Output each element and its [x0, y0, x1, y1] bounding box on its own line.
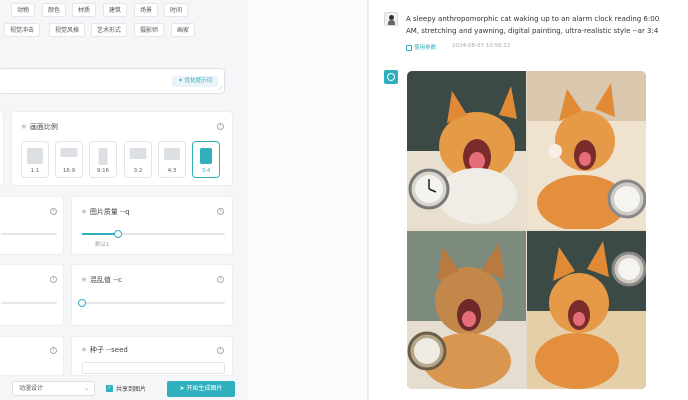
- info-icon[interactable]: i: [50, 276, 57, 283]
- ratio-label: 1:1: [30, 168, 40, 174]
- info-icon[interactable]: i: [50, 347, 57, 354]
- tag-chip[interactable]: 画家: [171, 23, 196, 37]
- share-label: 共享到图片: [116, 386, 147, 393]
- chaos-card: ✳ 混乱值 --c i: [71, 264, 233, 326]
- info-icon[interactable]: i: [217, 276, 224, 283]
- quality-slider-fill: [82, 233, 118, 235]
- ratio-label: 3:2: [133, 168, 143, 174]
- generated-image-grid[interactable]: [407, 71, 646, 389]
- ratio-label: 9:16: [96, 168, 110, 174]
- use-params-icon[interactable]: [406, 45, 412, 51]
- quality-title: ✳ 图片质量 --q: [81, 208, 130, 216]
- bottom-bar: 动漫设计 ⌄ ✓ 共享到图片 ➤ 开始生成图片: [0, 376, 248, 400]
- share-checkbox[interactable]: ✓: [106, 385, 113, 392]
- tag-chip[interactable]: 时间: [164, 3, 189, 17]
- param-card-stub-2: i: [0, 196, 64, 255]
- ratio-option[interactable]: 3:2: [124, 141, 152, 178]
- user-prompt: A sleepy anthropomorphic cat waking up t…: [406, 15, 660, 35]
- tag-chip[interactable]: 材质: [72, 3, 97, 17]
- quality-card: ✳ 图片质量 --q i 默认1: [71, 196, 233, 255]
- ratio-label: 3:4: [201, 168, 211, 174]
- generated-image-1[interactable]: [407, 71, 526, 229]
- seed-input[interactable]: [82, 362, 225, 374]
- slider-track[interactable]: [1, 302, 57, 304]
- timestamp: 2024-08-07 10:56:22: [452, 43, 511, 49]
- ratio-label: 16:9: [62, 168, 76, 174]
- ai-bot-icon: [384, 70, 398, 84]
- tag-chip[interactable]: 视觉风格: [49, 23, 86, 37]
- quality-slider-knob[interactable]: [113, 230, 122, 238]
- tag-chip[interactable]: 颜色: [42, 3, 67, 17]
- generated-image-4[interactable]: [527, 231, 646, 389]
- ratio-option[interactable]: 4:3: [158, 141, 186, 178]
- ratio-option[interactable]: 1:1: [21, 141, 49, 178]
- ratio-label: 4:3: [167, 168, 177, 174]
- seed-card: ✳ 种子 --seed i: [71, 336, 233, 376]
- param-card-stub-3: i: [0, 264, 64, 326]
- ratio-option[interactable]: 3:4: [192, 141, 220, 178]
- ratio-option[interactable]: 16:9: [55, 141, 83, 178]
- info-icon[interactable]: i: [217, 123, 224, 130]
- slider-track[interactable]: [1, 233, 57, 235]
- panel-divider: [248, 0, 368, 400]
- param-card-stub: [0, 111, 4, 186]
- aspect-ratio-title: ✳ 画面比例: [21, 123, 58, 131]
- info-icon[interactable]: i: [50, 208, 57, 215]
- tag-chip[interactable]: 艺术形式: [91, 23, 128, 37]
- quality-default-label: 默认1: [95, 242, 110, 248]
- seed-title: ✳ 种子 --seed: [81, 346, 128, 354]
- chat-panel: A sleepy anthropomorphic cat waking up t…: [369, 0, 688, 400]
- generate-button[interactable]: ➤ 开始生成图片: [167, 381, 235, 397]
- quality-slider[interactable]: [82, 230, 225, 238]
- chaos-slider[interactable]: [78, 299, 225, 307]
- chaos-title: ✳ 混乱值 --c: [81, 276, 123, 284]
- ratio-shape-icon: [129, 148, 147, 159]
- resize-handle-icon[interactable]: ⟋: [219, 85, 223, 93]
- tag-chip[interactable]: 视觉冲击: [4, 23, 41, 37]
- use-params-link[interactable]: 使用参数: [414, 43, 436, 51]
- style-select[interactable]: 动漫设计 ⌄: [12, 381, 95, 396]
- left-panel: 动物 颜色 材质 建筑 场景 时间 视觉冲击 视觉风格 艺术形式 摄影师 画家 ✦ 优化提示词 ⟋ …: [0, 0, 248, 400]
- tag-chip[interactable]: 摄影师: [134, 23, 165, 37]
- prompt-textarea[interactable]: ✦ 优化提示词 ⟋: [0, 68, 225, 94]
- info-icon[interactable]: i: [217, 208, 224, 215]
- ratio-shape-icon: [27, 148, 43, 164]
- info-icon[interactable]: i: [217, 347, 224, 354]
- tag-chip[interactable]: 场景: [134, 3, 159, 17]
- tag-chip[interactable]: 建筑: [103, 3, 128, 17]
- generated-image-3[interactable]: [407, 231, 526, 389]
- ratio-shape-icon: [98, 148, 108, 165]
- chaos-slider-knob[interactable]: [78, 299, 86, 307]
- ratio-shape-icon: [164, 148, 180, 160]
- generated-image-2[interactable]: [527, 71, 646, 229]
- optimize-prompt-button[interactable]: ✦ 优化提示词: [172, 76, 218, 87]
- tag-chip[interactable]: 动物: [11, 3, 36, 17]
- ratio-shape-icon: [60, 148, 78, 157]
- user-avatar: [384, 12, 398, 26]
- ratio-shape-icon: [200, 148, 212, 164]
- ratio-option[interactable]: 9:16: [89, 141, 117, 178]
- param-card-stub-4: i: [0, 336, 64, 376]
- chevron-down-icon: ⌄: [83, 385, 89, 392]
